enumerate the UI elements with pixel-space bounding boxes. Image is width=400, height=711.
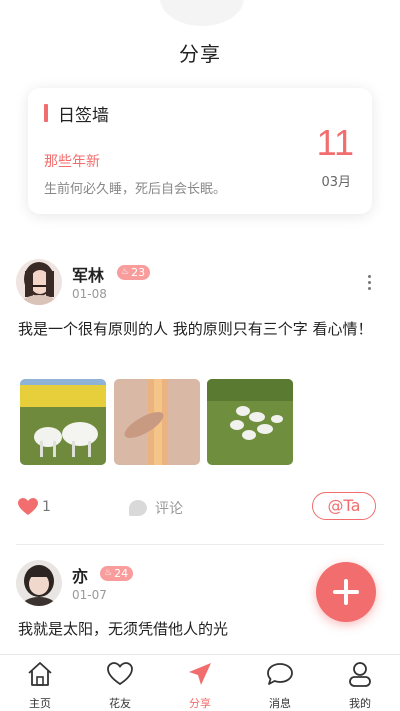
badge-icon: ♨: [104, 568, 113, 578]
sign-day: 11: [316, 122, 354, 163]
tab-share[interactable]: 分享: [160, 655, 240, 711]
badge-icon: ♨: [121, 267, 130, 277]
post-image[interactable]: [207, 379, 293, 465]
top-decoration: [160, 0, 244, 26]
chat-icon: [266, 659, 294, 689]
divider: [16, 544, 384, 545]
tab-messages[interactable]: 消息: [240, 655, 320, 711]
home-icon: [26, 659, 54, 689]
level-badge: ♨ 23: [117, 265, 151, 280]
comment-button[interactable]: 评论: [129, 498, 183, 518]
post-actions: 1 评论 @Ta: [0, 492, 400, 522]
page-title: 分享: [179, 42, 221, 66]
user-icon: [346, 659, 374, 689]
heart-icon: [106, 659, 134, 689]
like-button[interactable]: 1: [18, 498, 51, 516]
username[interactable]: 军林: [72, 262, 104, 286]
send-icon: [186, 659, 214, 689]
quote-text: 生前何必久睡，死后自会长眠。: [44, 182, 227, 197]
post-text: 我是一个很有原则的人 我的原则只有三个字 看心情！: [18, 320, 373, 338]
post-date: 01-07: [72, 588, 107, 602]
heart-icon: [18, 498, 38, 515]
avatar[interactable]: [16, 259, 62, 305]
tab-home[interactable]: 主页: [0, 655, 80, 711]
tab-label: 消息: [269, 697, 291, 710]
add-post-button[interactable]: [316, 562, 376, 622]
tab-label: 主页: [29, 697, 51, 710]
tab-label: 分享: [189, 697, 211, 710]
sign-month: 03月: [321, 175, 351, 190]
tab-friends[interactable]: 花友: [80, 655, 160, 711]
title-accent-bar: [44, 104, 48, 122]
like-count: 1: [42, 499, 51, 515]
tab-label: 我的: [349, 697, 371, 710]
avatar[interactable]: [16, 560, 62, 606]
post-text: 我就是太阳，无须凭借他人的光: [18, 620, 229, 638]
tab-label: 花友: [109, 697, 131, 710]
quote-title: 那些年新: [44, 154, 100, 170]
username[interactable]: 亦: [72, 563, 88, 587]
tab-profile[interactable]: 我的: [320, 655, 400, 711]
badge-count: 24: [114, 567, 129, 580]
post-image[interactable]: [114, 379, 200, 465]
level-badge: ♨ 24: [100, 566, 134, 581]
post-image[interactable]: [20, 379, 106, 465]
comment-icon: [129, 500, 147, 516]
badge-count: 23: [131, 266, 146, 279]
sign-wall-card[interactable]: 日签墙 那些年新 生前何必久睡，死后自会长眠。 11 03月: [28, 88, 372, 214]
bottom-tab-bar: 主页 花友 分享 消息 我的: [0, 654, 400, 711]
mention-button[interactable]: @Ta: [312, 492, 376, 520]
more-options-icon[interactable]: [366, 275, 372, 290]
sign-wall-title: 日签墙: [58, 106, 109, 126]
post-date: 01-08: [72, 287, 107, 301]
comment-label: 评论: [155, 501, 183, 517]
